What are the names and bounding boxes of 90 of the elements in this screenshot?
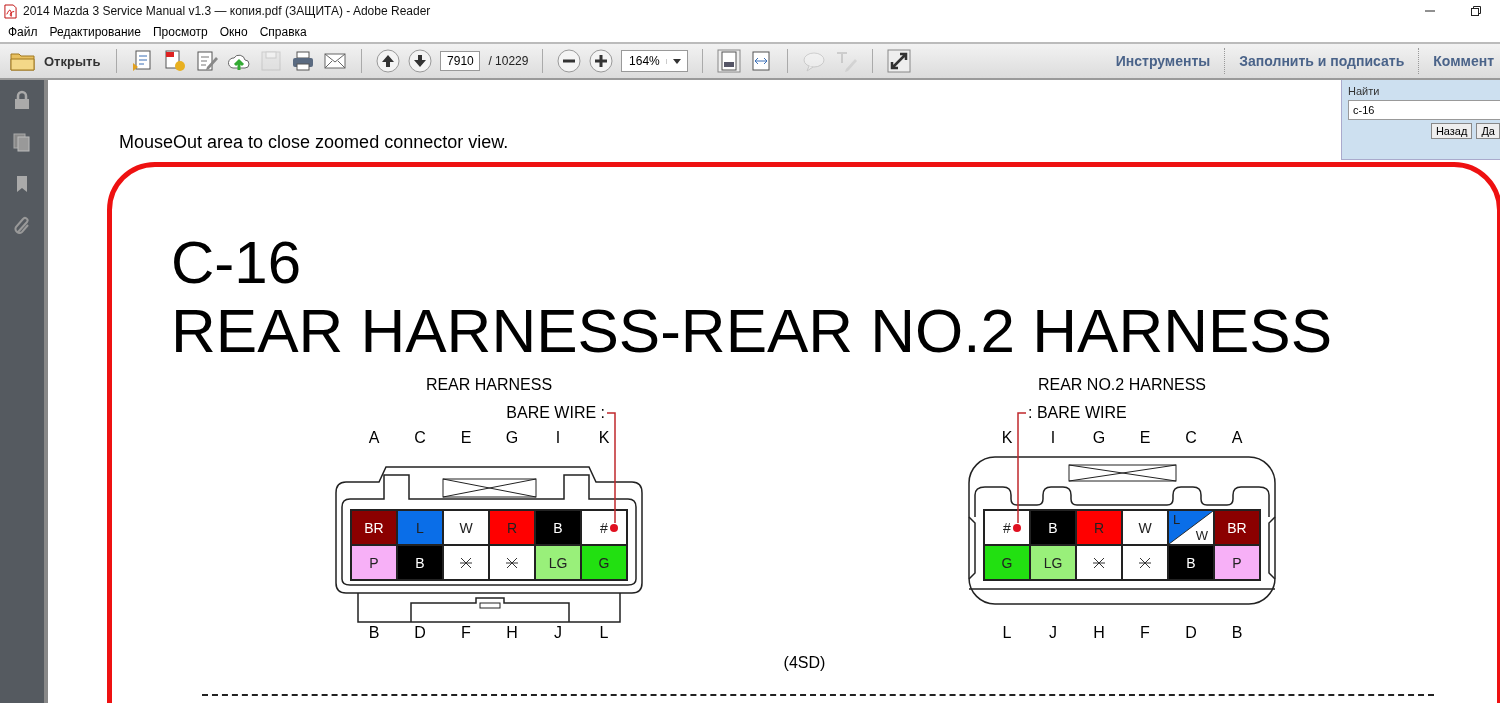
print-icon[interactable] <box>291 49 316 73</box>
pin-letter: D <box>413 624 427 643</box>
find-button[interactable]: Назад <box>1430 123 1473 139</box>
zoom-in-icon[interactable] <box>589 49 614 73</box>
pin-letter: J <box>553 624 563 643</box>
wire-cell: L <box>397 510 443 545</box>
pin-letter: H <box>1092 624 1106 643</box>
cell-text: W <box>1195 528 1208 543</box>
unused-terminal-icon <box>1138 555 1152 570</box>
pin-letter: F <box>460 624 472 643</box>
panel-tab[interactable]: Инструменты <box>1109 53 1217 69</box>
model-code: (4SD) <box>783 654 826 671</box>
pin-letter: F <box>1139 624 1151 643</box>
cell-text: L <box>1173 512 1181 527</box>
pin-letter: E <box>1138 429 1152 448</box>
wire-cell: W <box>443 510 489 545</box>
wire-cell: B <box>1030 510 1076 545</box>
wire-dot-icon <box>1013 524 1021 532</box>
pin-letter: H <box>505 624 519 643</box>
wire-cell: R <box>1076 510 1122 545</box>
wire-cell: W <box>1122 510 1168 545</box>
window-title: 2014 Mazda 3 Service Manual v1.3 — копия.pdf (ЗАЩИТА) - Adobe Reader <box>23 4 431 18</box>
pin-letter: I <box>554 429 562 448</box>
connector-code: C-16 <box>171 229 303 297</box>
edit-document-icon[interactable] <box>195 49 220 73</box>
unused-terminal-icon <box>459 555 473 570</box>
page-total: / 10229 <box>488 54 529 68</box>
pin-letter: E <box>459 429 473 448</box>
pin-letter: L <box>598 624 610 643</box>
wire-dot-icon <box>610 524 618 532</box>
fullscreen-icon[interactable] <box>887 49 912 73</box>
wire-cell: P <box>351 545 397 580</box>
wire-cell: G <box>984 545 1030 580</box>
pin-letter: G <box>1091 429 1107 448</box>
pin-letter: C <box>413 429 427 448</box>
folder-icon <box>10 51 36 71</box>
restore-icon[interactable] <box>1470 5 1482 17</box>
panel-tab[interactable]: Коммент <box>1427 53 1500 69</box>
harness-name: REAR NO.2 HARNESS <box>1037 376 1206 394</box>
unused-terminal-icon <box>1092 555 1106 570</box>
wire-cell: LG <box>535 545 581 580</box>
page-number-field[interactable]: 7910 <box>440 51 481 71</box>
wire-cell: BR <box>351 510 397 545</box>
wire-cell: B <box>535 510 581 545</box>
open-button[interactable]: Открыть <box>8 49 103 73</box>
unused-terminal-icon <box>505 555 519 570</box>
panel-tab[interactable]: Заполнить и подписать <box>1233 53 1411 69</box>
pdf-file-icon <box>4 3 17 19</box>
pages-icon[interactable] <box>12 132 32 152</box>
wire-cell: B <box>397 545 443 580</box>
zoom-dropdown[interactable]: 164% <box>621 50 689 72</box>
paperclip-icon[interactable] <box>12 216 32 236</box>
bare-wire-label: BARE WIRE : <box>506 404 605 422</box>
pin-letter: A <box>367 429 381 448</box>
connector-title: REAR HARNESS-REAR NO.2 HARNESS <box>171 297 1334 365</box>
pin-letter: K <box>597 429 611 448</box>
find-field[interactable]: c-16 <box>1348 100 1500 120</box>
pin-letter: J <box>1048 624 1058 643</box>
menu-item[interactable]: Просмотр <box>146 25 214 39</box>
previous-page-icon[interactable] <box>376 49 401 73</box>
menu-item[interactable]: Файл <box>2 25 44 39</box>
next-page-icon[interactable] <box>408 49 433 73</box>
menu-item[interactable]: Окно <box>213 25 254 39</box>
pin-letter: I <box>1049 429 1057 448</box>
wire-cell: R <box>489 510 535 545</box>
pin-letter: D <box>1184 624 1198 643</box>
fit-page-icon[interactable] <box>717 49 742 73</box>
cell-text: # <box>600 519 608 536</box>
zoom-out-icon[interactable] <box>557 49 582 73</box>
wire-cell: P <box>1214 545 1260 580</box>
harness-name: REAR HARNESS <box>425 376 553 394</box>
find-label: Найти <box>1348 85 1381 97</box>
pin-letter: L <box>1001 624 1013 643</box>
lock-icon[interactable] <box>12 90 32 110</box>
find-button[interactable]: Да <box>1476 123 1500 139</box>
combine-files-icon[interactable] <box>163 49 188 73</box>
pin-letter: K <box>1000 429 1014 448</box>
pin-letter: B <box>1230 624 1244 643</box>
wire-cell: LG <box>1030 545 1076 580</box>
pin-letter: C <box>1184 429 1198 448</box>
wire-cell: B <box>1168 545 1214 580</box>
menu-item[interactable]: Справка <box>253 25 313 39</box>
wire-cell: BR <box>1214 510 1260 545</box>
cell-text: # <box>1003 519 1011 536</box>
pin-letter: B <box>367 624 381 643</box>
pin-letter: G <box>504 429 520 448</box>
pin-letter: A <box>1230 429 1244 448</box>
bare-wire-label: : BARE WIRE <box>1028 404 1127 422</box>
wire-cell: G <box>581 545 627 580</box>
menu-item[interactable]: Редактирование <box>43 25 147 39</box>
